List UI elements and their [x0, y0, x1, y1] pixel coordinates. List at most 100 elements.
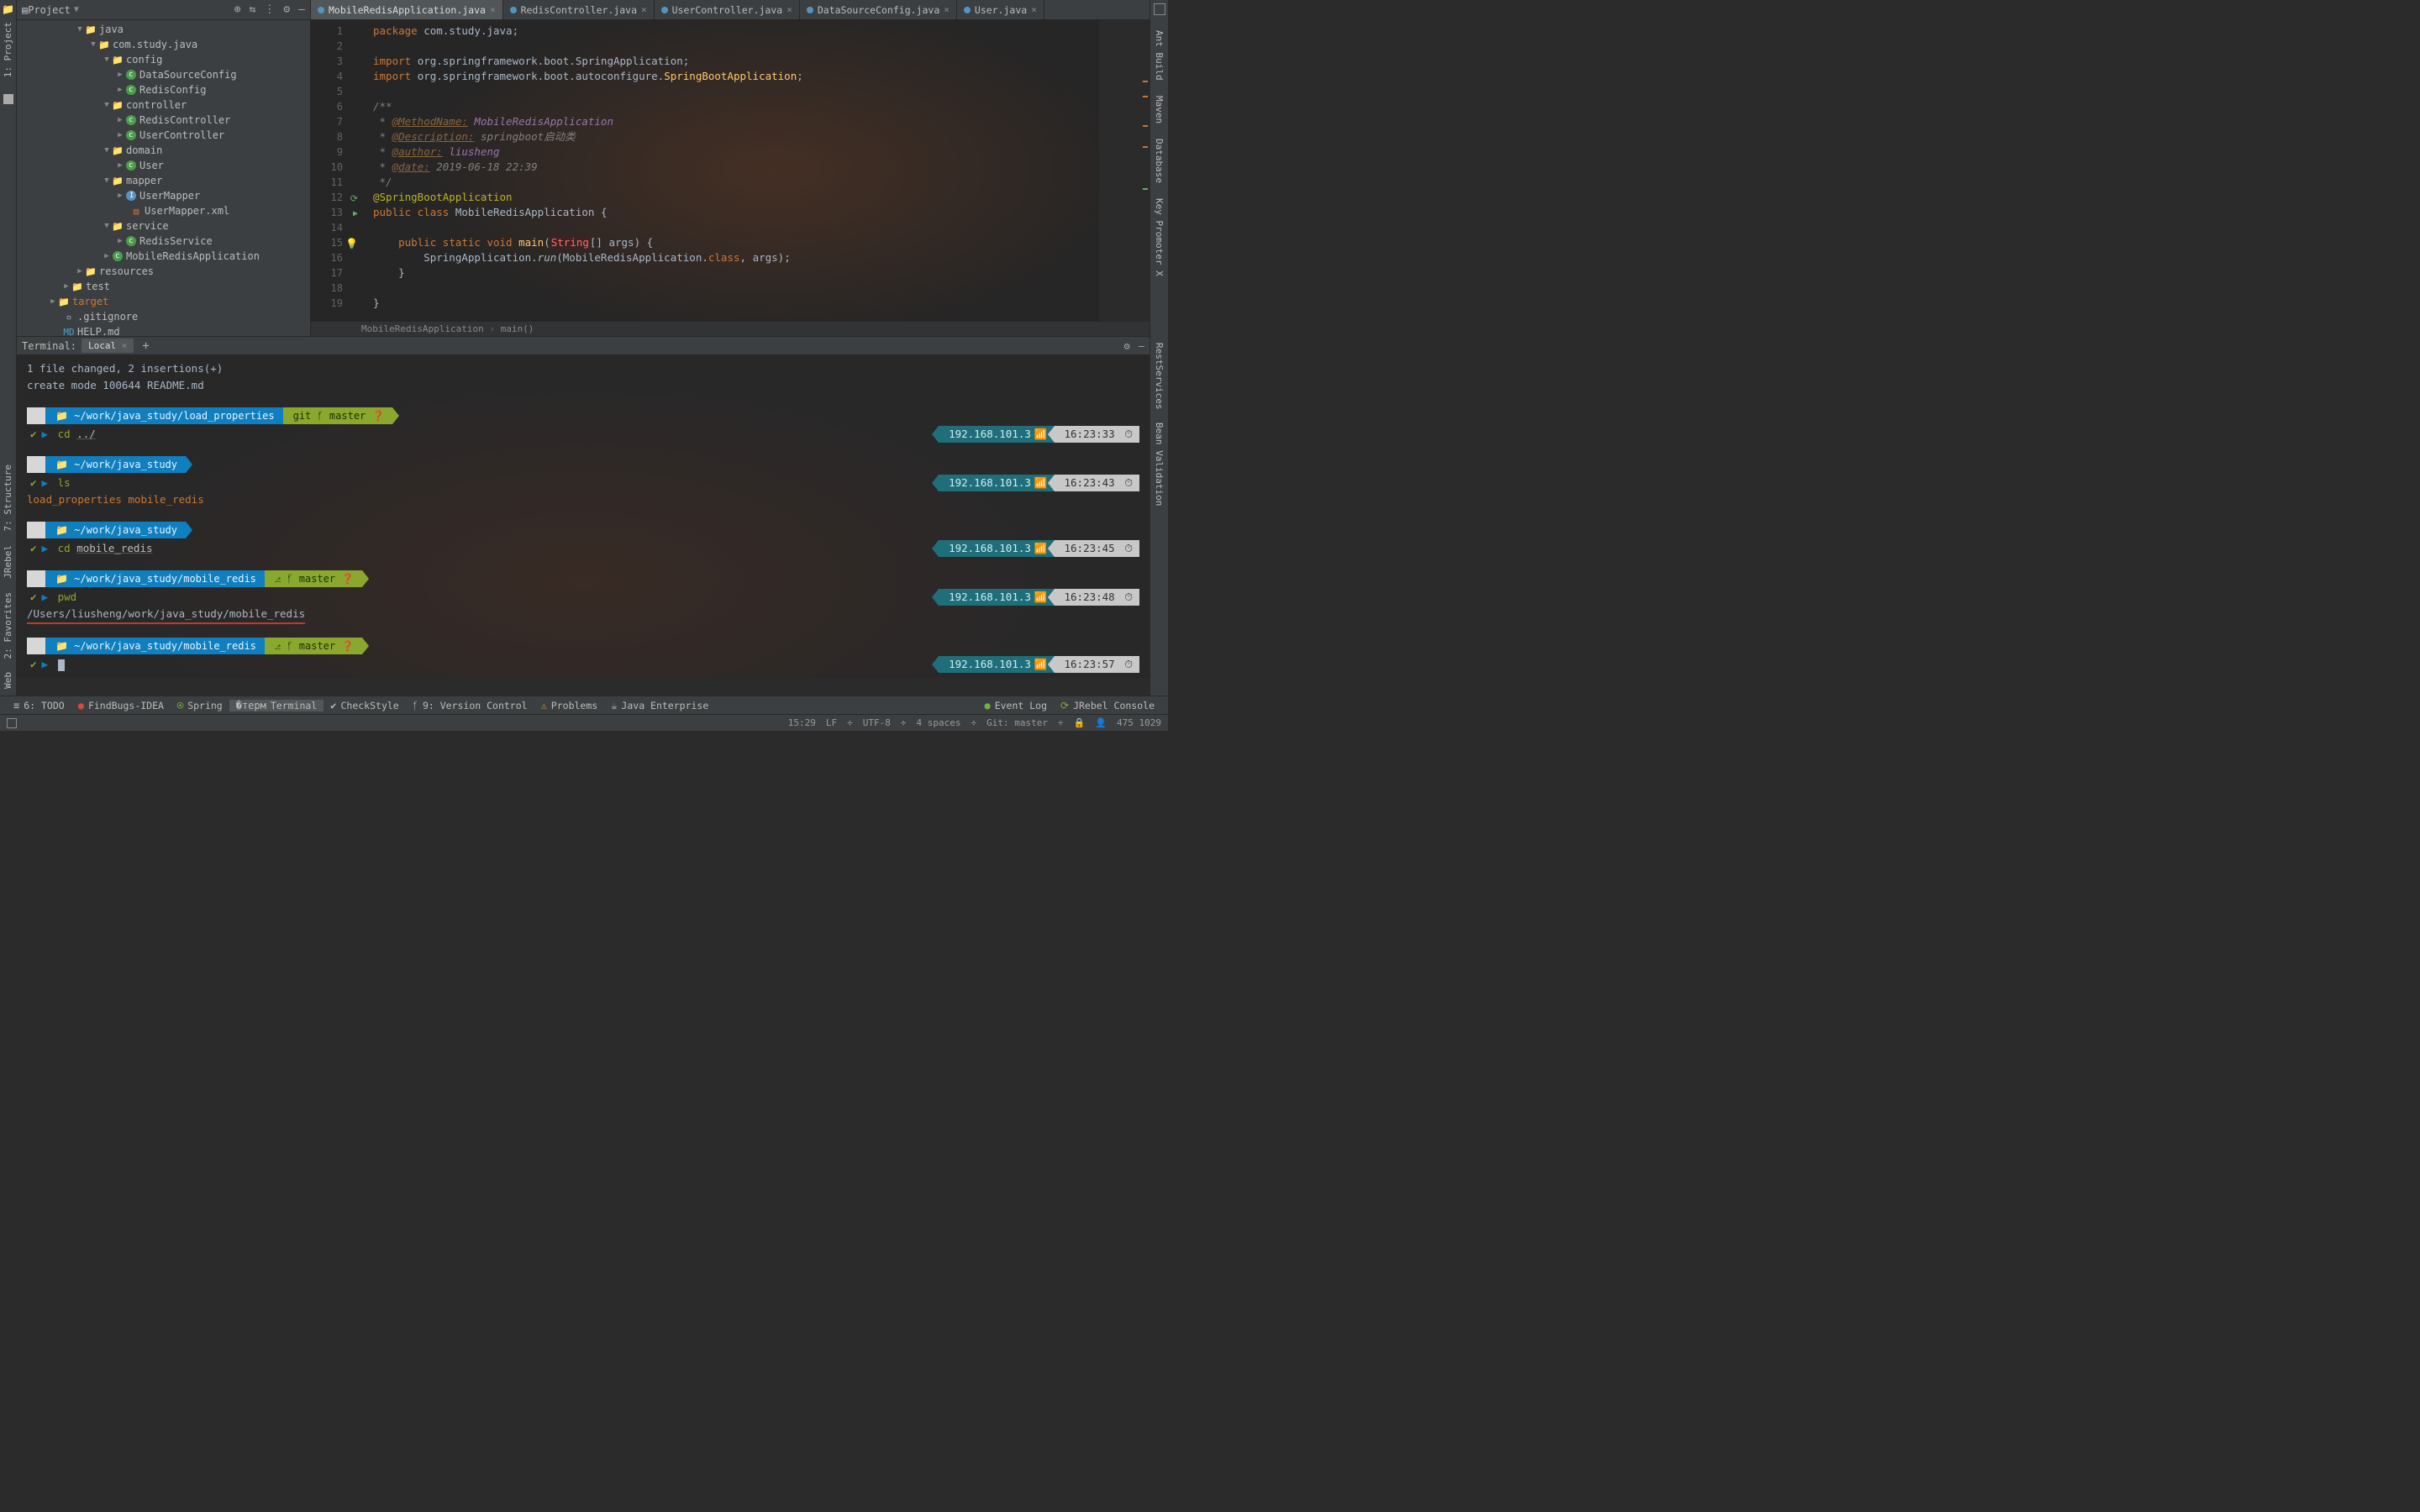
findbugs-tool[interactable]: ●FindBugs-IDEA [71, 700, 171, 711]
close-tab-icon[interactable]: × [641, 4, 647, 15]
breadcrumb-bar[interactable]: MobileRedisApplication main() [311, 321, 1150, 336]
expand-icon[interactable]: ⇆ [250, 3, 256, 16]
inspector-icon[interactable]: 👤 [1095, 717, 1107, 728]
tree-leaf-usermapper[interactable]: ▶UserMapper [17, 188, 310, 203]
close-tab-icon[interactable]: × [786, 4, 792, 15]
tree-leaf-rediscontroller[interactable]: ▶RedisController [17, 113, 310, 128]
tab-mobileredisapplication[interactable]: MobileRedisApplication.java× [311, 0, 503, 19]
jrebel-tool[interactable]: JRebel [3, 545, 13, 579]
tool-box-icon[interactable] [3, 94, 13, 104]
apple-icon [27, 407, 45, 424]
file-encoding[interactable]: UTF-8 [863, 717, 891, 728]
caret-position[interactable]: 15:29 [788, 717, 816, 728]
tree-leaf-app[interactable]: ▶MobileRedisApplication [17, 249, 310, 264]
spring-tool[interactable]: ⍟Spring [171, 700, 229, 711]
intention-bulb-icon[interactable]: 💡 [345, 236, 358, 251]
tab-user[interactable]: User.java× [957, 0, 1044, 19]
right-tool-box[interactable] [1154, 3, 1165, 15]
tab-datasourceconfig[interactable]: DataSourceConfig.java× [800, 0, 957, 19]
terminal-arg: ../ [76, 428, 96, 440]
folder-icon: ▤ [22, 4, 28, 16]
ant-build-tool[interactable]: Ant Build [1154, 30, 1165, 81]
javaee-tool[interactable]: ☕Java Enterprise [604, 700, 715, 711]
close-tab-icon[interactable]: × [944, 4, 950, 15]
tree-leaf-redisservice[interactable]: ▶RedisService [17, 234, 310, 249]
editor-minimap[interactable] [1099, 20, 1150, 321]
interface-icon [126, 191, 136, 201]
line-gutter[interactable]: 12345 678910 11 12⟳ 13▶ 14 15💡 16171819 [311, 20, 351, 321]
spring-run-icon[interactable]: ⟳ [350, 192, 358, 207]
database-tool[interactable]: Database [1154, 139, 1165, 183]
event-log-tool[interactable]: ●Event Log [977, 700, 1054, 711]
prompt-segments: 📁 ~/work/java_study/load_properties git … [27, 407, 392, 424]
tree-leaf-usercontroller[interactable]: ▶UserController [17, 128, 310, 143]
indent-status[interactable]: 4 spaces [917, 717, 961, 728]
right-lower-tool-strip: RestServices Bean Validation [1150, 336, 1168, 696]
terminal-header: Terminal: Local × + ⚙ — [17, 337, 1150, 355]
locate-icon[interactable]: ⊕ [234, 3, 241, 16]
terminal-hide-icon[interactable]: — [1139, 340, 1144, 352]
hide-icon[interactable]: — [298, 3, 305, 16]
tree-node-service[interactable]: ▼📁service [17, 218, 310, 234]
add-terminal-tab[interactable]: + [142, 339, 149, 353]
tree-leaf-redisconfig[interactable]: ▶RedisConfig [17, 82, 310, 97]
structure-tool[interactable]: 7: Structure [3, 465, 13, 531]
tree-leaf-datasourceconfig[interactable]: ▶DataSourceConfig [17, 67, 310, 82]
class-icon [126, 130, 136, 140]
vcs-tool[interactable]: ᚶ9: Version Control [406, 700, 534, 711]
terminal-panel: Terminal: Local × + ⚙ — 1 file changed, … [17, 336, 1150, 693]
project-header: ▤ Project ▼ ⊕ ⇆ ⋮ ⚙ — [17, 0, 310, 20]
class-icon [126, 236, 136, 246]
class-icon [126, 70, 136, 80]
tree-node-controller[interactable]: ▼📁controller [17, 97, 310, 113]
tree-node-target[interactable]: ▶📁target [17, 294, 310, 309]
tree-leaf-helpmd[interactable]: MDHELP.md [17, 324, 310, 336]
java-file-icon [807, 7, 813, 13]
tree-leaf-gitignore[interactable]: ▫.gitignore [17, 309, 310, 324]
project-tree[interactable]: ▼📁java ▼📁com.study.java ▼📁config ▶DataSo… [17, 20, 310, 336]
project-tool-icon[interactable]: 📁 [2, 3, 14, 15]
tree-node-resources[interactable]: ▶📁resources [17, 264, 310, 279]
terminal-tool[interactable]: �термTerminal [229, 700, 324, 711]
terminal-tab-local[interactable]: Local × [82, 339, 134, 353]
terminal-body[interactable]: 1 file changed, 2 insertions(+) create m… [17, 355, 1150, 678]
editor-tab-bar: MobileRedisApplication.java× RedisContro… [311, 0, 1150, 20]
favorites-tool[interactable]: 2: Favorites [3, 592, 13, 659]
code-editor[interactable]: package com.study.java; import org.sprin… [351, 20, 1099, 321]
memory-indicator[interactable]: 475 1029 [1117, 717, 1161, 728]
jrebel-console-tool[interactable]: ⟳JRebel Console [1054, 700, 1161, 711]
project-view-dropdown[interactable]: ▼ [74, 5, 79, 14]
close-tab-icon[interactable]: × [490, 4, 496, 15]
project-tool-label[interactable]: 1: Project [3, 22, 13, 77]
problems-tool[interactable]: ⚠Problems [534, 700, 605, 711]
collapse-icon[interactable]: ⋮ [264, 3, 275, 16]
close-tab-icon[interactable]: × [1031, 4, 1037, 15]
web-tool[interactable]: Web [3, 672, 13, 689]
tree-node-test[interactable]: ▶📁test [17, 279, 310, 294]
tree-leaf-user[interactable]: ▶User [17, 158, 310, 173]
gear-icon[interactable]: ⚙ [283, 3, 290, 16]
terminal-settings-icon[interactable]: ⚙ [1124, 340, 1130, 352]
tab-usercontroller[interactable]: UserController.java× [655, 0, 800, 19]
breadcrumb-class[interactable]: MobileRedisApplication [361, 323, 484, 334]
tree-node-config[interactable]: ▼📁config [17, 52, 310, 67]
beanvalidation-tool[interactable]: Bean Validation [1154, 423, 1165, 506]
keypromoter-tool[interactable]: Key Promoter X [1154, 198, 1165, 276]
tool-windows-button[interactable] [7, 718, 17, 728]
maven-tool[interactable]: Maven [1154, 96, 1165, 123]
breadcrumb-method[interactable]: main() [501, 323, 534, 334]
tree-node-java[interactable]: ▼📁java [17, 22, 310, 37]
tree-leaf-usermapper-xml[interactable]: ▧UserMapper.xml [17, 203, 310, 218]
run-gutter-icon[interactable]: ▶ [353, 207, 358, 222]
lock-icon[interactable]: 🔒 [1074, 717, 1086, 728]
git-branch-status[interactable]: Git: master [986, 717, 1048, 728]
tree-node-package[interactable]: ▼📁com.study.java [17, 37, 310, 52]
restservices-tool[interactable]: RestServices [1154, 343, 1165, 409]
line-separator[interactable]: LF [826, 717, 837, 728]
todo-tool[interactable]: ≡6: TODO [7, 700, 71, 711]
tree-node-mapper[interactable]: ▼📁mapper [17, 173, 310, 188]
project-title[interactable]: Project [28, 4, 71, 16]
tab-rediscontroller[interactable]: RedisController.java× [503, 0, 655, 19]
checkstyle-tool[interactable]: ✔CheckStyle [324, 700, 405, 711]
tree-node-domain[interactable]: ▼📁domain [17, 143, 310, 158]
